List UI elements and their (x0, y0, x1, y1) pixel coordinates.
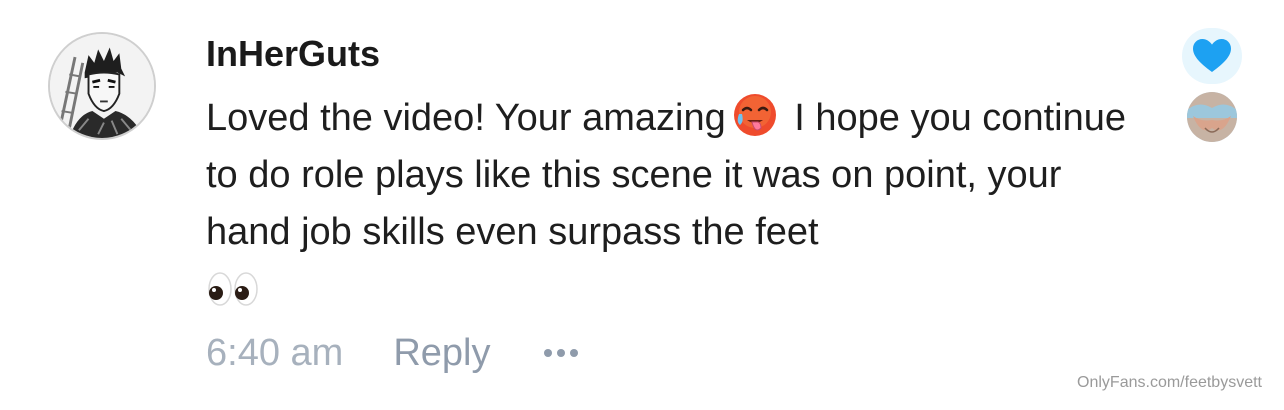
dot (570, 349, 579, 357)
like-button[interactable] (1182, 28, 1242, 84)
dot (544, 349, 553, 357)
comment-item: InHerGuts Loved the video! Your amazing … (0, 0, 1284, 410)
liker-avatar[interactable] (1187, 92, 1237, 142)
heart-icon (1193, 39, 1231, 72)
comment-text-part1: Loved the video! Your amazing (206, 97, 726, 139)
comment-text: Loved the video! Your amazing I hope you… (206, 90, 1136, 261)
manga-avatar-icon (50, 34, 154, 138)
commenter-avatar[interactable] (48, 32, 156, 140)
comment-meta: 6:40 am Reply (206, 330, 579, 376)
reply-button[interactable]: Reply (393, 332, 490, 375)
creator-avatar-icon (1187, 92, 1237, 142)
dot (557, 349, 566, 357)
comment-timestamp: 6:40 am (206, 331, 344, 374)
watermark: OnlyFans.com/feetbysvett (1077, 374, 1262, 391)
hot-face-emoji-icon (732, 92, 778, 138)
more-dots-icon[interactable] (544, 330, 579, 376)
comment-username[interactable]: InHerGuts (206, 32, 380, 76)
eyes-emoji-icon (206, 266, 260, 312)
